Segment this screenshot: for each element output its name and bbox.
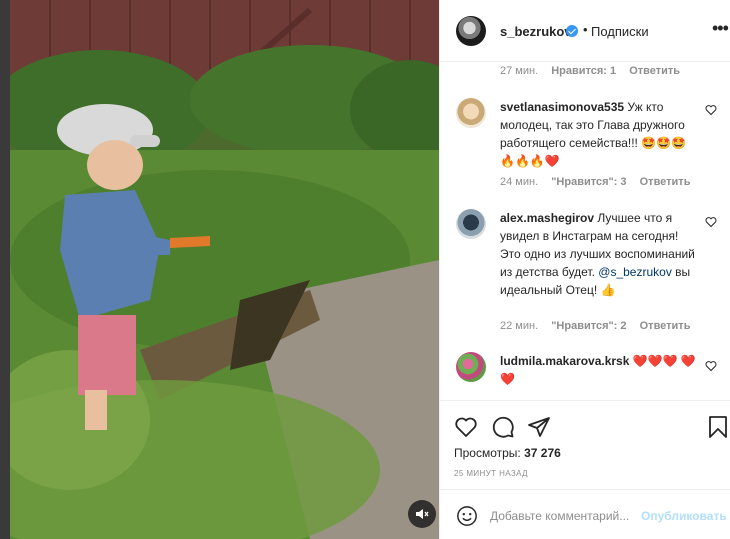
comment-like-heart-icon[interactable] bbox=[705, 360, 717, 372]
comment-icon[interactable] bbox=[491, 415, 515, 439]
commenter-avatar[interactable] bbox=[456, 209, 486, 239]
commenter-username[interactable]: svetlanasimonova535 bbox=[500, 100, 624, 114]
author-username[interactable]: s_bezrukov bbox=[500, 24, 572, 39]
reply-button[interactable]: Ответить bbox=[640, 176, 691, 188]
post-timestamp[interactable]: 25 МИНУТ НАЗАД bbox=[454, 469, 528, 478]
add-comment-bar: Опубликовать bbox=[440, 489, 730, 539]
heart-icon[interactable] bbox=[454, 415, 478, 439]
commenter-avatar[interactable] bbox=[456, 98, 486, 128]
mute-button[interactable] bbox=[408, 500, 436, 528]
comment-time: 22 мин. bbox=[500, 320, 539, 332]
commenter-username[interactable]: ludmila.makarova.krsk bbox=[500, 354, 629, 368]
publish-button[interactable]: Опубликовать bbox=[641, 509, 727, 523]
views-number: 37 276 bbox=[524, 446, 561, 460]
comment-like-heart-icon[interactable] bbox=[705, 216, 717, 228]
comment-meta: 22 мин. "Нравится": 2 Ответить bbox=[500, 320, 690, 332]
comment-text: ludmila.makarova.krsk ❤️❤️❤️ ❤️❤️ bbox=[500, 352, 696, 388]
comment-likes[interactable]: Нравится: 1 bbox=[551, 65, 616, 77]
speaker-muted-icon bbox=[416, 509, 429, 519]
comment-meta: 27 мин. Нравится: 1 Ответить bbox=[500, 65, 680, 77]
comment-item: svetlanasimonova535 Уж кто молодец, так … bbox=[456, 98, 720, 188]
comment-likes[interactable]: "Нравится": 3 bbox=[551, 176, 626, 188]
post-actions bbox=[440, 400, 730, 440]
post-header: s_bezrukov • Подписки ••• bbox=[440, 0, 730, 62]
following-button[interactable]: Подписки bbox=[591, 24, 649, 39]
smiley-icon[interactable] bbox=[456, 505, 478, 527]
comment-item: ludmila.makarova.krsk ❤️❤️❤️ ❤️❤️ bbox=[456, 352, 720, 392]
commenter-avatar[interactable] bbox=[456, 352, 486, 382]
author-avatar[interactable] bbox=[456, 16, 486, 46]
reply-button[interactable]: Ответить bbox=[629, 65, 680, 77]
comment-text: svetlanasimonova535 Уж кто молодец, так … bbox=[500, 98, 696, 170]
more-options-icon[interactable]: ••• bbox=[712, 18, 729, 39]
comment-item: alex.mashegirov Лучшее что я увидел в Ин… bbox=[456, 209, 720, 319]
video-frame bbox=[10, 0, 439, 539]
views-count[interactable]: Просмотры: 37 276 bbox=[454, 446, 561, 460]
comment-like-heart-icon[interactable] bbox=[705, 104, 717, 116]
left-background-strip bbox=[0, 0, 10, 539]
post-video[interactable] bbox=[10, 0, 439, 539]
comment-time: 27 мин. bbox=[500, 65, 539, 77]
reply-button[interactable]: Ответить bbox=[640, 320, 691, 332]
separator-dot: • bbox=[583, 22, 588, 37]
post-side-panel: s_bezrukov • Подписки ••• 27 мин. Нравит… bbox=[439, 0, 730, 539]
comment-input[interactable] bbox=[490, 505, 640, 527]
comment-meta: 24 мин. "Нравится": 3 Ответить bbox=[500, 176, 690, 188]
bookmark-icon[interactable] bbox=[706, 415, 730, 439]
comment-likes[interactable]: "Нравится": 2 bbox=[551, 320, 626, 332]
paper-plane-icon[interactable] bbox=[527, 415, 551, 439]
verified-badge-icon bbox=[566, 25, 578, 37]
views-label: Просмотры: bbox=[454, 446, 521, 460]
commenter-username[interactable]: alex.mashegirov bbox=[500, 211, 594, 225]
mention-link[interactable]: @s_bezrukov bbox=[598, 265, 672, 279]
comment-text: alex.mashegirov Лучшее что я увидел в Ин… bbox=[500, 209, 696, 299]
comment-time: 24 мин. bbox=[500, 176, 539, 188]
